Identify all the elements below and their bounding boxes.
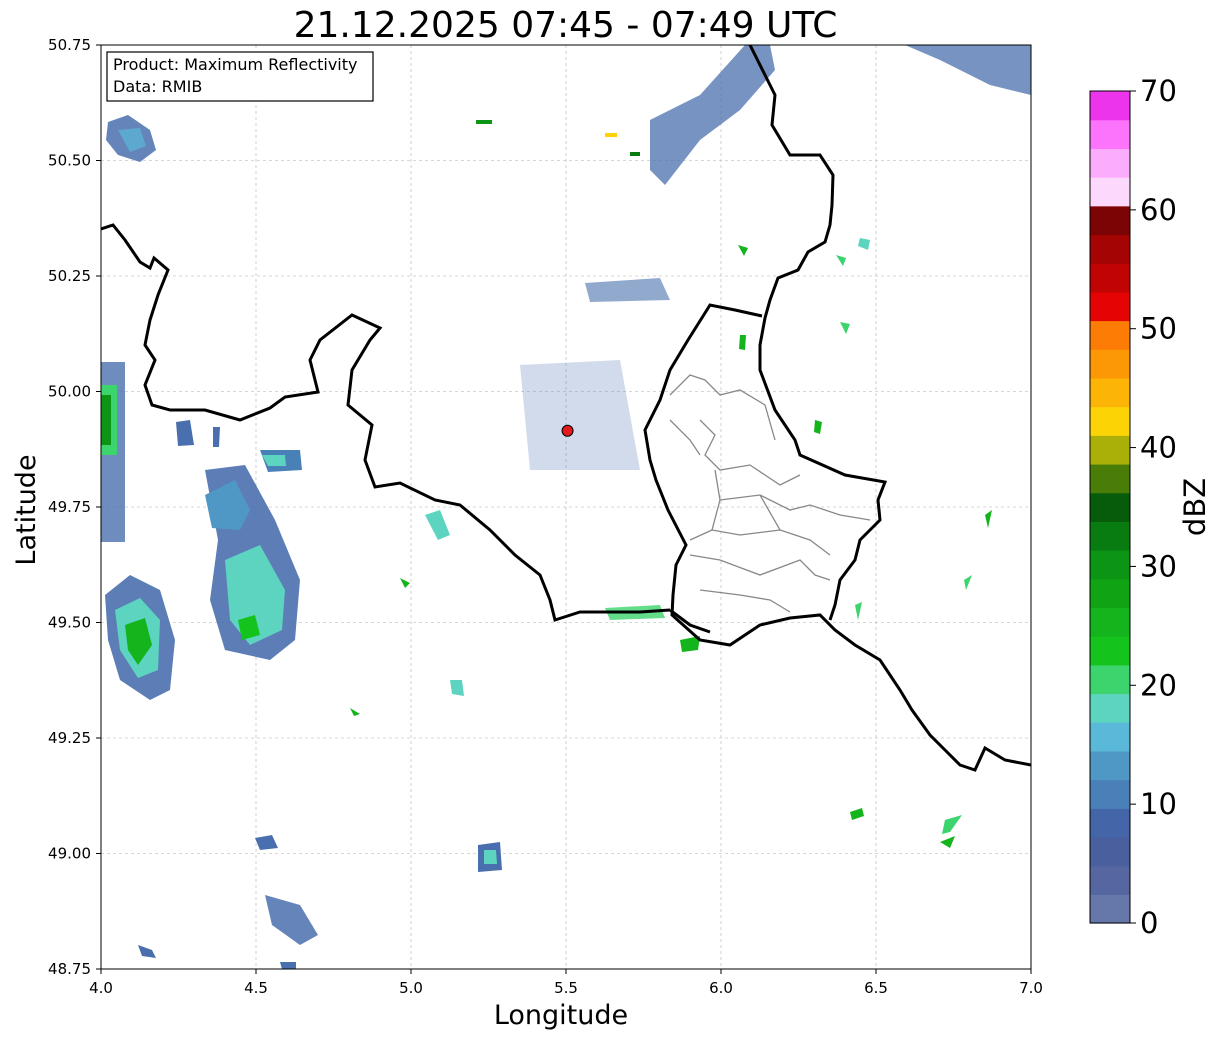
x-tick-label: 5.0 <box>399 979 423 997</box>
colorbar-swatch <box>1090 177 1130 207</box>
colorbar-tick-label: 70 <box>1140 74 1177 108</box>
x-tick-label: 5.5 <box>554 979 578 997</box>
colorbar-swatch <box>1090 205 1130 236</box>
x-tick-label: 4.0 <box>89 979 113 997</box>
x-axis-ticks: 4.0 4.5 5.0 5.5 6.0 6.5 7.0 <box>89 969 1043 997</box>
y-tick-label: 49.50 <box>48 614 91 632</box>
colorbar-swatch <box>1090 492 1130 522</box>
colorbar-tick-label: 30 <box>1140 549 1177 583</box>
colorbar-swatch <box>1090 722 1130 752</box>
colorbar-swatch <box>1090 406 1130 436</box>
y-tick-label: 48.75 <box>48 960 91 978</box>
colorbar-tick-label: 50 <box>1140 312 1177 346</box>
colorbar-swatch <box>1090 578 1130 609</box>
colorbar-swatch <box>1090 263 1130 293</box>
colorbar-title: dBZ <box>1178 478 1212 536</box>
colorbar-swatch <box>1090 377 1130 408</box>
x-tick-label: 6.5 <box>864 979 888 997</box>
colorbar-swatch <box>1090 148 1130 178</box>
colorbar-swatch <box>1090 664 1130 695</box>
colorbar-swatch <box>1090 894 1130 924</box>
echo-cluster-west-edge <box>101 362 125 542</box>
colorbar-swatch <box>1090 836 1130 867</box>
y-tick-label: 49.75 <box>48 498 91 516</box>
colorbar-swatch <box>1090 607 1130 637</box>
colorbar <box>1089 90 1131 924</box>
colorbar-swatch <box>1090 636 1130 666</box>
colorbar-swatch <box>1090 779 1130 809</box>
colorbar-tick-label: 60 <box>1140 193 1177 227</box>
colorbar-swatch <box>1090 234 1130 264</box>
colorbar-tick-label: 0 <box>1140 906 1158 940</box>
x-axis-title: Longitude <box>494 1000 628 1031</box>
colorbar-swatch <box>1090 521 1130 551</box>
colorbar-swatch <box>1090 435 1130 465</box>
y-tick-label: 50.75 <box>48 36 91 54</box>
info-box: Product: Maximum Reflectivity Data: RMIB <box>106 51 374 102</box>
colorbar-swatch <box>1090 349 1130 379</box>
colorbar-swatch <box>1090 463 1130 494</box>
y-tick-label: 50.50 <box>48 152 91 170</box>
y-axis-title: Latitude <box>11 454 42 565</box>
info-product-text: Product: Maximum Reflectivity <box>113 55 357 74</box>
colorbar-tick-label: 20 <box>1140 668 1177 702</box>
colorbar-swatch <box>1090 865 1130 895</box>
x-tick-label: 7.0 <box>1019 979 1043 997</box>
colorbar-swatch <box>1090 320 1130 350</box>
radar-site-marker[interactable] <box>561 424 574 437</box>
colorbar-ticks: 0 10 20 30 40 50 60 70 <box>1130 74 1177 940</box>
colorbar-swatch <box>1090 119 1130 149</box>
y-tick-label: 49.00 <box>48 845 91 863</box>
info-data-source-text: Data: RMIB <box>113 77 202 96</box>
y-tick-label: 50.00 <box>48 383 91 401</box>
colorbar-tick-label: 40 <box>1140 431 1177 465</box>
colorbar-swatch <box>1090 550 1130 580</box>
colorbar-swatch <box>1090 693 1130 723</box>
x-tick-label: 6.0 <box>709 979 733 997</box>
y-axis-ticks: 48.75 49.00 49.25 49.50 49.75 50.00 50.25 50.50… <box>48 36 101 978</box>
colorbar-swatch <box>1090 750 1130 781</box>
y-tick-label: 49.25 <box>48 729 91 747</box>
radar-map-figure: Product: Maximum Reflectivity Data: RMIB… <box>11 36 1212 1031</box>
y-tick-label: 50.25 <box>48 267 91 285</box>
colorbar-tick-label: 10 <box>1140 787 1177 821</box>
colorbar-swatch <box>1090 91 1130 121</box>
colorbar-swatch <box>1090 291 1130 322</box>
colorbar-swatch <box>1090 808 1130 838</box>
x-tick-label: 4.5 <box>244 979 268 997</box>
